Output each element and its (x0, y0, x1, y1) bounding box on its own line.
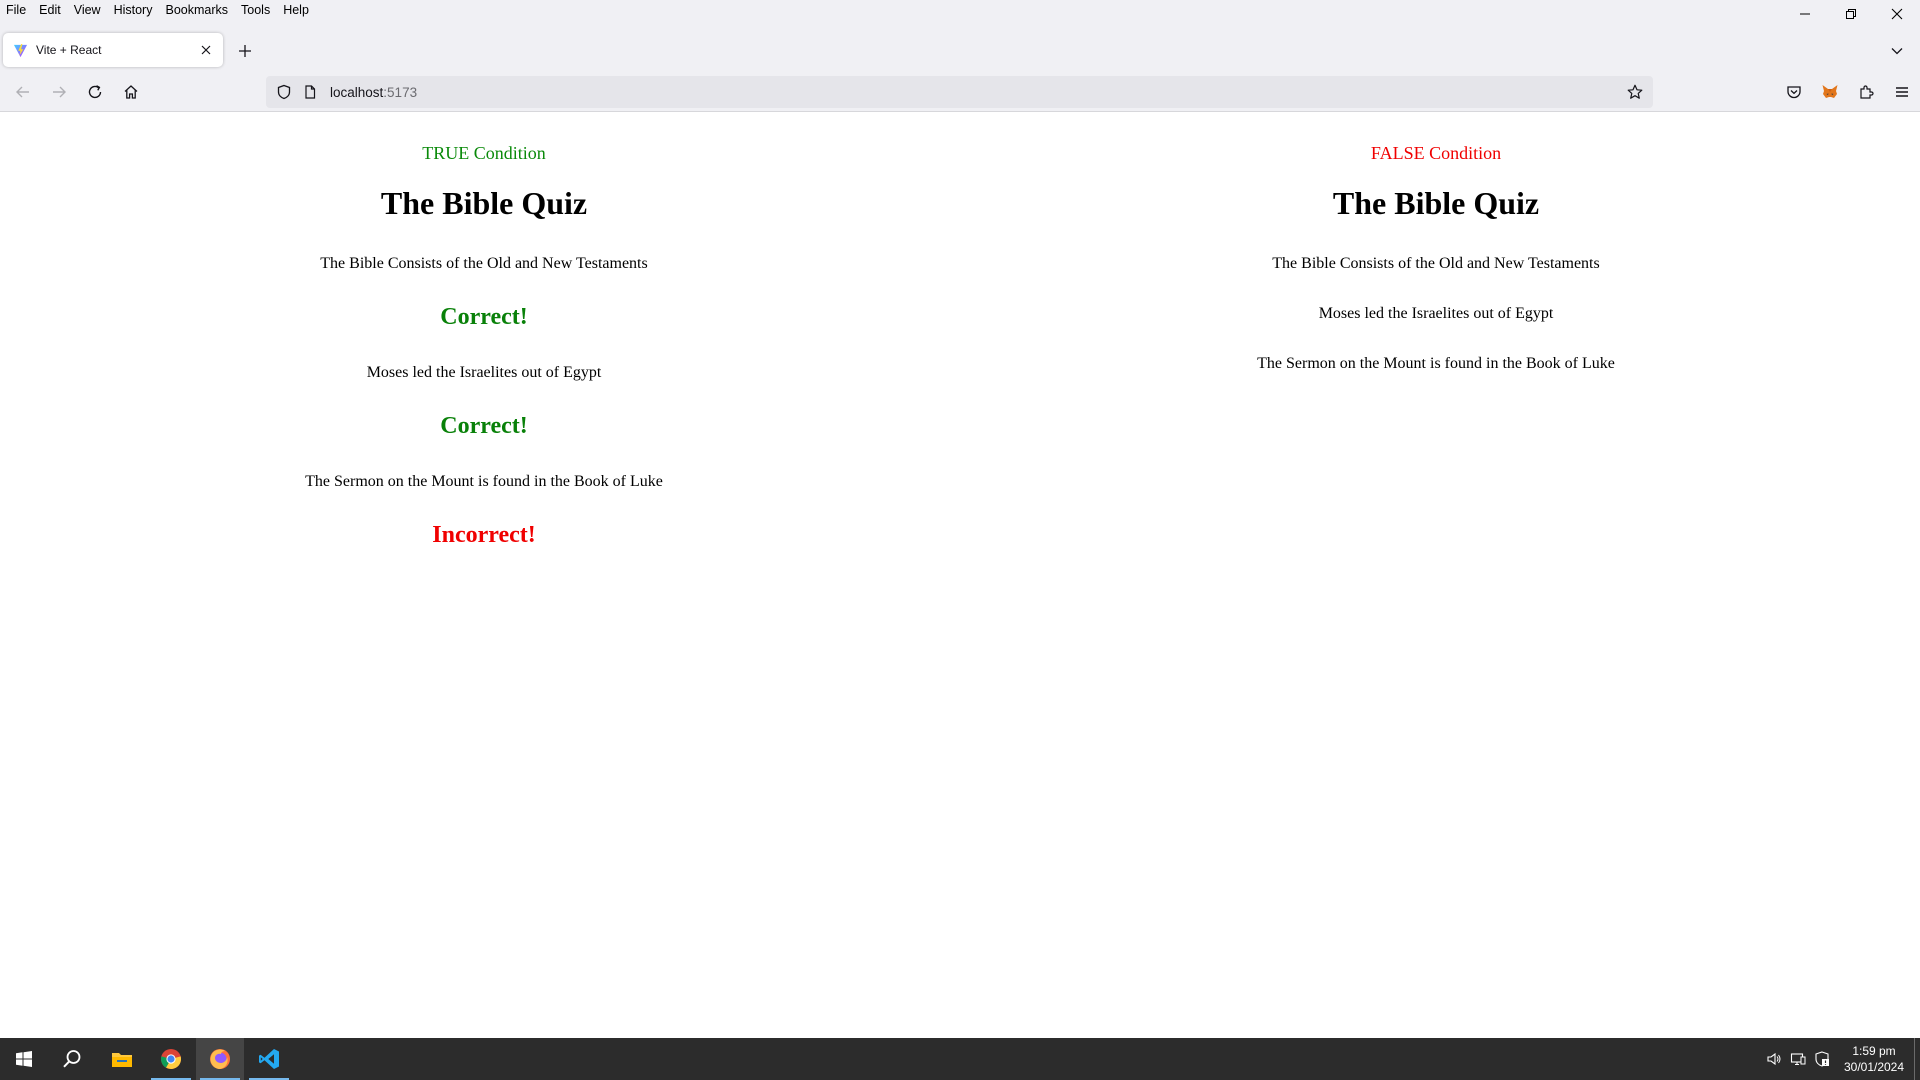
answer-verdict: Correct! (440, 413, 528, 439)
puzzle-icon (1860, 85, 1874, 99)
taskbar-clock[interactable]: 1:59 pm 30/01/2024 (1838, 1043, 1910, 1075)
navigation-toolbar: localhost:5173 (0, 72, 1920, 112)
menu-bar: File Edit View History Bookmarks Tools H… (0, 0, 1920, 20)
condition-label: FALSE Condition (1370, 143, 1502, 163)
windows-taskbar: 1:59 pm 30/01/2024 (0, 1038, 1920, 1080)
question-text: The Bible Consists of the Old and New Te… (320, 255, 648, 272)
metamask-fox-icon (1822, 85, 1838, 98)
close-icon (1891, 8, 1903, 20)
chevron-down-icon (1891, 48, 1903, 55)
browser-chrome: File Edit View History Bookmarks Tools H… (0, 0, 1920, 112)
vite-logo-icon (12, 42, 28, 58)
chrome-taskbar-button[interactable] (147, 1038, 195, 1080)
arrow-left-icon (16, 86, 29, 98)
search-button[interactable] (48, 1038, 96, 1080)
address-bar[interactable]: localhost:5173 (266, 76, 1653, 108)
tab-strip: Vite + React (0, 30, 1920, 70)
list-all-tabs-button[interactable] (1884, 38, 1910, 64)
false-condition-column: FALSE Condition The Bible Quiz The Bible… (956, 113, 1916, 373)
quiz-title: The Bible Quiz (380, 185, 588, 221)
close-tab-button[interactable] (195, 39, 217, 61)
reload-button[interactable] (81, 78, 109, 106)
window-controls (1782, 0, 1920, 28)
tab-title: Vite + React (36, 43, 102, 57)
clock-time: 1:59 pm (1852, 1044, 1896, 1058)
bookmark-star-button[interactable] (1625, 82, 1645, 102)
vscode-icon (259, 1049, 279, 1069)
restore-icon (1846, 9, 1856, 19)
network-monitor-icon (1790, 1053, 1806, 1066)
speaker-icon (1767, 1052, 1781, 1066)
plus-icon (239, 45, 251, 57)
network-button[interactable] (1786, 1038, 1810, 1080)
system-tray: 1:59 pm 30/01/2024 (1762, 1038, 1920, 1080)
menu-bookmarks[interactable]: Bookmarks (159, 0, 235, 20)
hamburger-menu-icon (1896, 87, 1908, 97)
chrome-icon (160, 1049, 182, 1070)
tracking-protection-shield-icon[interactable] (274, 82, 294, 102)
close-window-button[interactable] (1874, 0, 1920, 28)
firefox-icon (210, 1049, 230, 1069)
search-icon (63, 1050, 81, 1068)
start-button[interactable] (0, 1038, 48, 1080)
speaker-button[interactable] (1762, 1038, 1786, 1080)
url-text[interactable]: localhost:5173 (330, 85, 417, 100)
minimize-button[interactable] (1782, 0, 1828, 28)
shield-warning-icon (1815, 1051, 1829, 1067)
quiz-title: The Bible Quiz (1332, 185, 1540, 221)
new-tab-button[interactable] (232, 38, 258, 64)
url-host: localhost (330, 84, 384, 100)
menu-history[interactable]: History (108, 0, 160, 20)
metamask-extension-button[interactable] (1812, 78, 1848, 106)
file-explorer-button[interactable] (98, 1038, 146, 1080)
tab-vite-react[interactable]: Vite + React (3, 33, 223, 67)
arrow-right-icon (53, 86, 66, 98)
home-icon (124, 85, 138, 99)
close-icon (201, 45, 211, 55)
pocket-button[interactable] (1776, 78, 1812, 106)
question-text: The Sermon on the Mount is found in the … (1257, 355, 1615, 372)
menu-file[interactable]: File (0, 0, 33, 20)
answer-verdict: Incorrect! (432, 522, 536, 548)
show-desktop-button[interactable] (1914, 1038, 1920, 1080)
clock-date: 30/01/2024 (1843, 1060, 1905, 1074)
forward-button[interactable] (45, 78, 73, 106)
true-condition-column: TRUE Condition The Bible Quiz The Bible … (4, 113, 964, 549)
menu-edit[interactable]: Edit (33, 0, 68, 20)
star-icon (1627, 84, 1643, 99)
question-text: The Bible Consists of the Old and New Te… (1272, 255, 1600, 272)
question-text: Moses led the Israelites out of Egypt (1318, 305, 1554, 322)
question-text: The Sermon on the Mount is found in the … (305, 473, 663, 490)
condition-label: TRUE Condition (422, 143, 546, 163)
answer-verdict: Correct! (440, 304, 528, 330)
page-content: TRUE Condition The Bible Quiz The Bible … (0, 113, 1920, 1038)
pocket-icon (1787, 86, 1801, 99)
url-port: :5173 (383, 84, 418, 100)
home-button[interactable] (117, 78, 145, 106)
firefox-taskbar-button[interactable] (196, 1038, 244, 1080)
toolbar-right (1776, 78, 1920, 106)
folder-icon (112, 1053, 132, 1067)
page-info-icon[interactable] (300, 82, 320, 102)
vscode-taskbar-button[interactable] (245, 1038, 293, 1080)
question-text: Moses led the Israelites out of Egypt (366, 364, 602, 381)
windows-logo-icon (16, 1051, 32, 1067)
menu-tools[interactable]: Tools (235, 0, 277, 20)
security-button[interactable] (1810, 1038, 1834, 1080)
extensions-button[interactable] (1848, 78, 1884, 106)
app-menu-button[interactable] (1884, 78, 1920, 106)
menu-help[interactable]: Help (277, 0, 316, 20)
menu-view[interactable]: View (68, 0, 108, 20)
minimize-icon (1800, 13, 1810, 15)
restore-button[interactable] (1828, 0, 1874, 28)
back-button[interactable] (9, 78, 37, 106)
reload-icon (88, 85, 102, 99)
